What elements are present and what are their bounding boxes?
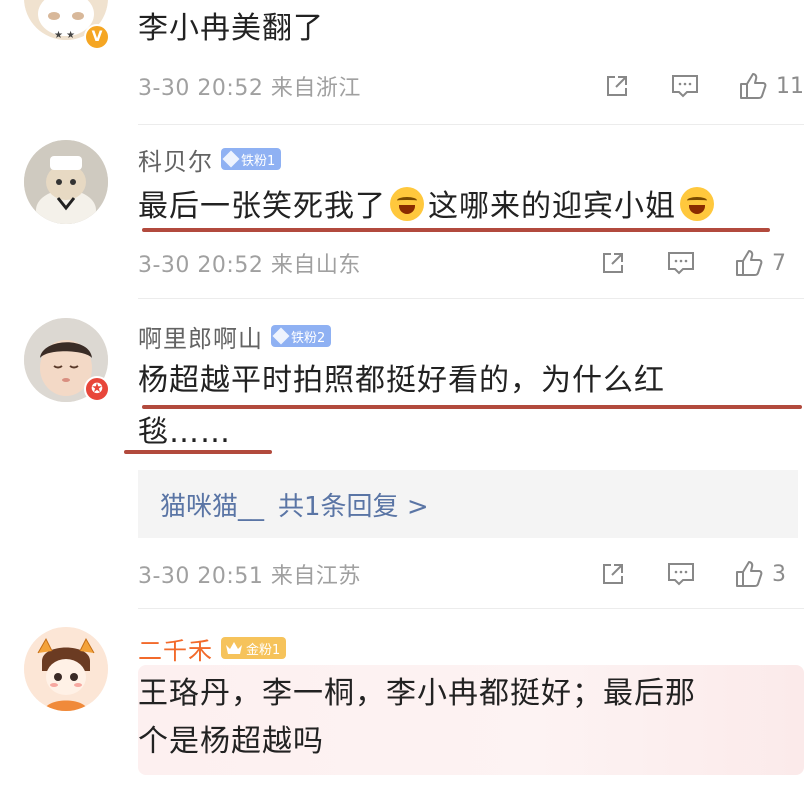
fan-badge-label: 铁粉2 xyxy=(291,330,326,346)
like-count: 7 xyxy=(772,250,786,276)
divider xyxy=(138,608,804,609)
red-underline xyxy=(124,450,272,454)
vip-v-icon: V xyxy=(84,24,110,50)
comment-text: 最后一张笑死我了 这哪来的迎宾小姐 xyxy=(138,182,718,232)
comment-time-location: 3-30 20:52 来自山东 xyxy=(138,253,361,278)
comment-actions: 11 xyxy=(602,66,804,106)
fan-badge: 铁粉1 xyxy=(221,148,282,170)
divider xyxy=(138,124,804,125)
username[interactable]: 科贝尔 xyxy=(138,142,213,177)
user-row: 科贝尔 铁粉1 xyxy=(138,142,282,177)
avatar[interactable] xyxy=(24,627,108,711)
thumbs-up-icon[interactable] xyxy=(734,248,764,278)
comment-actions: 3 xyxy=(598,554,796,594)
comment-text-line-1: 杨超越平时拍照都挺好看的，为什么红 xyxy=(138,363,665,398)
comment-time-location: 3-30 20:52 来自浙江 xyxy=(138,76,361,101)
avatar-image xyxy=(24,140,108,224)
fan-badge: 金粉1 xyxy=(221,637,287,659)
avatar-image xyxy=(24,627,108,711)
thumbs-up-icon[interactable] xyxy=(734,559,764,589)
username[interactable]: 啊里郎啊山 xyxy=(138,319,263,354)
fan-badge: 铁粉2 xyxy=(271,325,332,347)
like-count: 11 xyxy=(776,73,804,99)
comment-text-line-1: 王珞丹，李一桐，李小冉都挺好；最后那 xyxy=(138,676,696,711)
reply-summary-box[interactable]: 猫咪猫__ 共1条回复 > xyxy=(138,470,798,538)
diamond-icon xyxy=(222,150,240,168)
comment-meta-row: 3-30 20:51 来自江苏 3 xyxy=(138,554,804,594)
share-icon[interactable] xyxy=(602,71,632,101)
reply-username[interactable]: 猫咪猫__ xyxy=(160,486,264,523)
svg-text:★ ★: ★ ★ xyxy=(54,30,75,40)
red-underline xyxy=(142,228,770,232)
user-row: 啊里郎啊山 铁粉2 xyxy=(138,319,332,354)
comment-icon[interactable] xyxy=(666,248,696,278)
diamond-icon xyxy=(272,327,290,345)
comment-text: 李小冉美翻了 xyxy=(138,11,324,46)
username[interactable]: 二千禾 xyxy=(138,631,213,666)
divider xyxy=(138,298,804,299)
comment-icon[interactable] xyxy=(666,559,696,589)
reply-count-link[interactable]: 共1条回复 > xyxy=(278,486,429,523)
comment-time-location: 3-30 20:51 来自江苏 xyxy=(138,564,361,589)
user-row: 二千禾 金粉1 xyxy=(138,631,287,666)
share-icon[interactable] xyxy=(598,248,628,278)
laughing-emoji-icon xyxy=(390,187,424,221)
thumbs-up-icon[interactable] xyxy=(738,71,768,101)
comment-text-part: 这哪来的迎宾小姐 xyxy=(428,189,676,224)
comment-text-part: 最后一张笑死我了 xyxy=(138,189,386,224)
comment-meta-row: 3-30 20:52 来自山东 7 xyxy=(138,243,804,283)
red-underline xyxy=(142,405,802,409)
comment-meta-row: 3-30 20:52 来自浙江 11 xyxy=(138,66,804,106)
comment-text-line-2: 个是杨超越吗 xyxy=(138,724,324,759)
fan-badge-label: 金粉1 xyxy=(246,642,281,658)
fan-badge-label: 铁粉1 xyxy=(241,153,276,169)
laughing-emoji-icon xyxy=(680,187,714,221)
comment-actions: 7 xyxy=(598,243,796,283)
comment-icon[interactable] xyxy=(670,71,700,101)
star-badge-icon: ✪ xyxy=(84,376,110,402)
crown-icon xyxy=(225,641,243,655)
avatar[interactable] xyxy=(24,140,108,224)
share-icon[interactable] xyxy=(598,559,628,589)
like-count: 3 xyxy=(772,561,786,587)
